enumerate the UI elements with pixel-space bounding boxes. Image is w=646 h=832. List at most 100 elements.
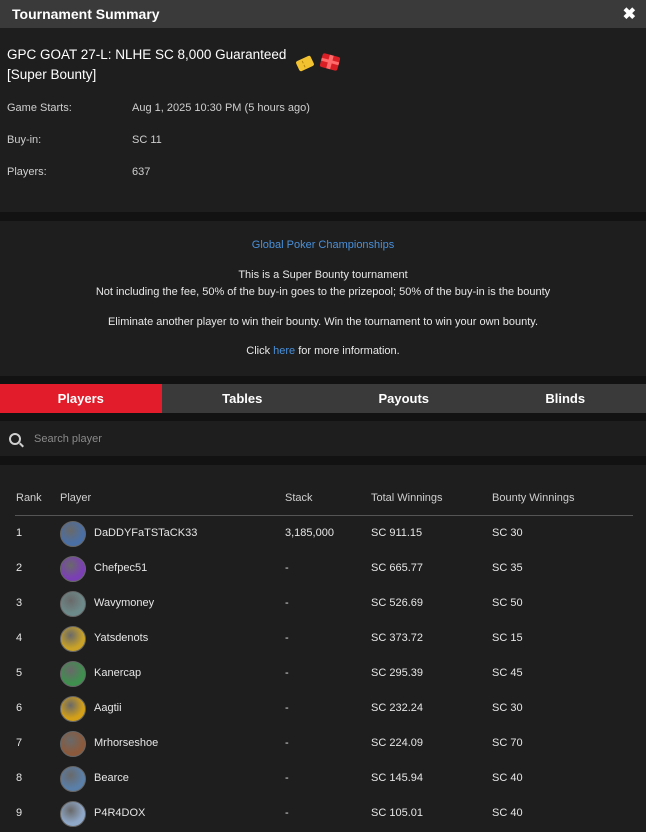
detail-label: Players:: [7, 166, 47, 178]
bounty-winnings-cell: SC 40: [492, 772, 523, 784]
avatar: [60, 661, 86, 687]
table-row[interactable]: 9 P4R4DOX - SC 105.01 SC 40: [15, 796, 633, 831]
table-row[interactable]: 7 Mrhorseshoe - SC 224.09 SC 70: [15, 726, 633, 761]
tab-tables[interactable]: Tables: [162, 384, 324, 413]
tournament-description: Global Poker Championships This is a Sup…: [0, 221, 646, 376]
rank-cell: 3: [16, 597, 23, 609]
rank-cell: 2: [16, 562, 23, 574]
avatar: [60, 556, 86, 582]
header-stack[interactable]: Stack: [285, 492, 313, 504]
bounty-winnings-cell: SC 45: [492, 667, 523, 679]
rank-cell: 9: [16, 807, 23, 819]
series-link[interactable]: Global Poker Championships: [252, 239, 394, 251]
stack-cell: -: [285, 807, 289, 819]
bounty-winnings-cell: SC 30: [492, 527, 523, 539]
total-winnings-cell: SC 232.24: [371, 702, 423, 714]
title-bar: Tournament Summary ✖: [0, 0, 646, 28]
detail-value: Aug 1, 2025 10:30 PM (5 hours ago): [132, 102, 310, 114]
avatar: [60, 626, 86, 652]
avatar: [60, 521, 86, 547]
table-header: Rank Player Stack Total Winnings Bounty …: [15, 491, 633, 516]
stack-cell: -: [285, 597, 289, 609]
more-info-link[interactable]: here: [273, 345, 295, 357]
table-row[interactable]: 6 Aagtii - SC 232.24 SC 30: [15, 691, 633, 726]
rank-cell: 5: [16, 667, 23, 679]
description-line-2: Not including the fee, 50% of the buy-in…: [95, 286, 551, 298]
total-winnings-cell: SC 911.15: [371, 527, 423, 539]
rank-cell: 7: [16, 737, 23, 749]
avatar: [60, 731, 86, 757]
table-row[interactable]: 3 Wavymoney - SC 526.69 SC 50: [15, 586, 633, 621]
bounty-winnings-cell: SC 30: [492, 702, 523, 714]
player-name-cell: Bearce: [94, 772, 129, 784]
total-winnings-cell: SC 526.69: [371, 597, 423, 609]
rank-cell: 1: [16, 527, 23, 539]
search-icon: [9, 433, 21, 445]
more-info-suffix: for more information.: [295, 345, 400, 357]
avatar: [60, 696, 86, 722]
detail-label: Buy-in:: [7, 134, 42, 146]
ticket-icon: [295, 55, 315, 72]
table-row[interactable]: 4 Yatsdenots - SC 373.72 SC 15: [15, 621, 633, 656]
rank-cell: 4: [16, 632, 23, 644]
tournament-info-panel: GPC GOAT 27-L: NLHE SC 8,000 Guaranteed …: [0, 28, 646, 212]
search-bar: [0, 421, 646, 456]
avatar: [60, 766, 86, 792]
stack-cell: -: [285, 632, 289, 644]
tab-payouts[interactable]: Payouts: [323, 384, 485, 413]
total-winnings-cell: SC 224.09: [371, 737, 423, 749]
player-name-cell: Kanercap: [94, 667, 142, 679]
players-table: Rank Player Stack Total Winnings Bounty …: [0, 465, 646, 832]
close-icon[interactable]: ✖: [623, 4, 636, 24]
detail-label: Game Starts:: [7, 102, 72, 114]
header-bounty-winnings[interactable]: Bounty Winnings: [492, 492, 575, 504]
player-name-cell: Chefpec51: [94, 562, 148, 574]
tab-blinds[interactable]: Blinds: [485, 384, 646, 413]
avatar: [60, 591, 86, 617]
table-row[interactable]: 8 Bearce - SC 145.94 SC 40: [15, 761, 633, 796]
bounty-winnings-cell: SC 15: [492, 632, 523, 644]
header-total-winnings[interactable]: Total Winnings: [371, 492, 443, 504]
total-winnings-cell: SC 145.94: [371, 772, 423, 784]
stack-cell: -: [285, 702, 289, 714]
table-row[interactable]: 1 DaDDYFaTSTaCK33 3,185,000 SC 911.15 SC…: [15, 516, 633, 551]
bounty-winnings-cell: SC 40: [492, 807, 523, 819]
stack-cell: -: [285, 772, 289, 784]
player-name-cell: DaDDYFaTSTaCK33: [94, 527, 198, 539]
total-winnings-cell: SC 295.39: [371, 667, 423, 679]
stack-cell: -: [285, 737, 289, 749]
tab-players[interactable]: Players: [0, 384, 162, 413]
avatar: [60, 801, 86, 827]
bounty-winnings-cell: SC 70: [492, 737, 523, 749]
table-row[interactable]: 5 Kanercap - SC 295.39 SC 45: [15, 656, 633, 691]
player-name-cell: Aagtii: [94, 702, 122, 714]
gift-icon: [319, 52, 341, 72]
description-line-3: Eliminate another player to win their bo…: [107, 316, 539, 328]
player-name-cell: P4R4DOX: [94, 807, 146, 819]
total-winnings-cell: SC 665.77: [371, 562, 423, 574]
description-line-1: This is a Super Bounty tournament: [238, 269, 408, 281]
table-row[interactable]: 2 Chefpec51 - SC 665.77 SC 35: [15, 551, 633, 586]
search-input[interactable]: [32, 428, 626, 450]
header-rank[interactable]: Rank: [16, 492, 42, 504]
more-info-line: Click here for more information.: [0, 345, 646, 357]
stack-cell: -: [285, 667, 289, 679]
rank-cell: 6: [16, 702, 23, 714]
total-winnings-cell: SC 373.72: [371, 632, 423, 644]
more-info-prefix: Click: [246, 345, 274, 357]
detail-value: 637: [132, 166, 151, 178]
rank-cell: 8: [16, 772, 23, 784]
dialog-title: Tournament Summary: [12, 6, 160, 22]
player-name-cell: Mrhorseshoe: [94, 737, 159, 749]
tournament-name: GPC GOAT 27-L: NLHE SC 8,000 Guaranteed …: [7, 47, 287, 82]
bounty-winnings-cell: SC 50: [492, 597, 523, 609]
player-name-cell: Yatsdenots: [94, 632, 149, 644]
detail-value: SC 11: [132, 134, 162, 146]
stack-cell: 3,185,000: [285, 527, 334, 539]
bounty-winnings-cell: SC 35: [492, 562, 523, 574]
stack-cell: -: [285, 562, 289, 574]
total-winnings-cell: SC 105.01: [371, 807, 423, 819]
header-player[interactable]: Player: [60, 492, 91, 504]
tab-bar: Players Tables Payouts Blinds: [0, 384, 646, 413]
player-name-cell: Wavymoney: [94, 597, 155, 609]
